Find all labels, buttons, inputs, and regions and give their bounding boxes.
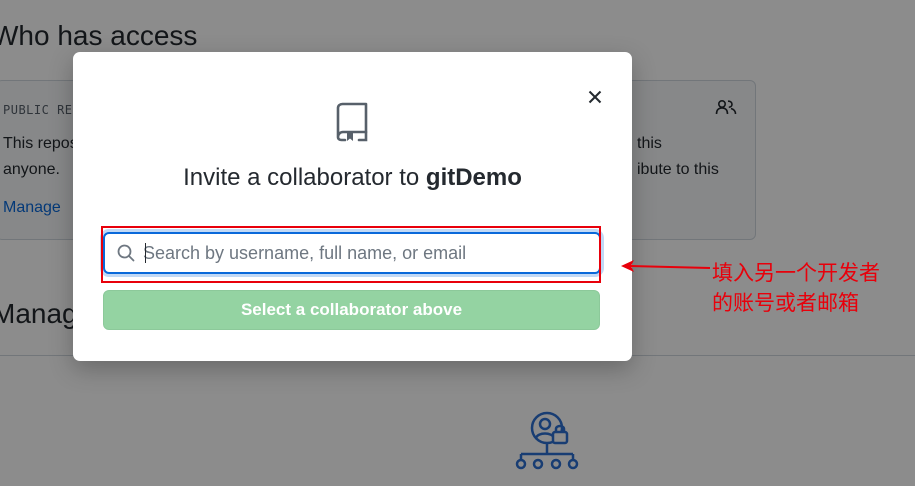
dialog-title: Invite a collaborator to gitDemo [73, 164, 632, 192]
repo-name: gitDemo [425, 164, 522, 191]
annotation-highlight-box [101, 226, 601, 283]
select-collaborator-button[interactable]: Select a collaborator above [103, 290, 600, 330]
close-button[interactable] [584, 86, 606, 108]
annotation-line-2: 的账号或者邮箱 [712, 291, 859, 315]
annotation-note: 填入另一个开发者 的账号或者邮箱 [712, 258, 912, 318]
annotation-line-1: 填入另一个开发者 [712, 261, 880, 285]
repo-icon [336, 102, 368, 142]
invite-collaborator-dialog: Invite a collaborator to gitDemo Select … [73, 52, 632, 361]
close-icon [588, 90, 602, 104]
dialog-title-prefix: Invite a collaborator to [183, 164, 426, 191]
annotation-arrow-icon [621, 260, 711, 272]
